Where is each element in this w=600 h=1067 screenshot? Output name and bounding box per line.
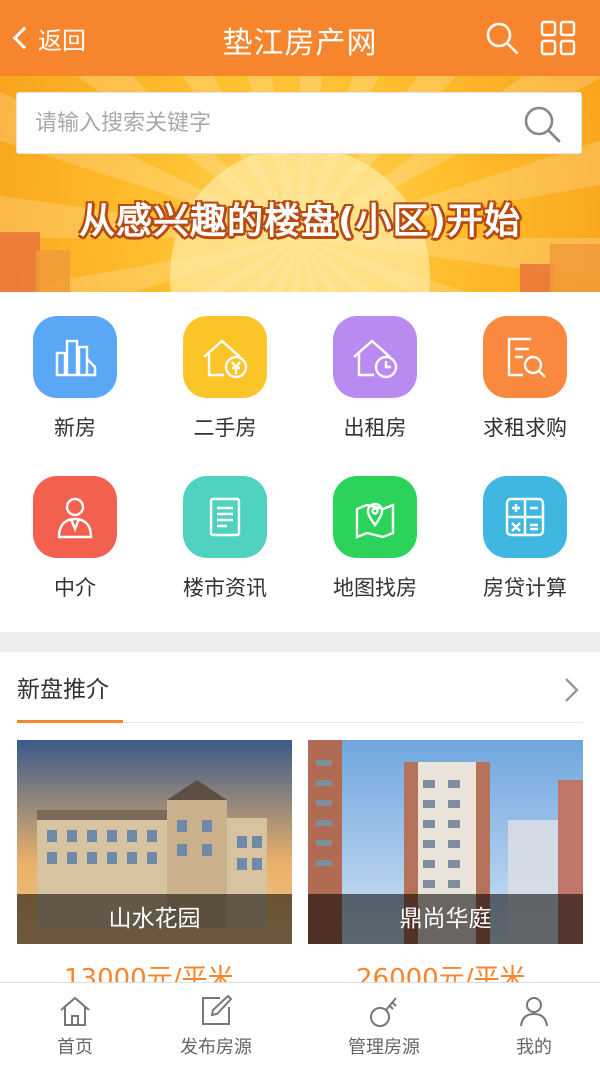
grid-item-rental[interactable]: 出租房 [300,292,450,442]
search-bar[interactable] [16,92,582,154]
user-icon [520,997,548,1027]
document-search-icon [483,316,567,398]
search-input[interactable] [35,110,515,136]
house-clock-icon [333,316,417,398]
grid-item-label: 新房 [54,416,96,440]
section-title: 新盘推介 [17,677,109,703]
tab-label: 我的 [516,1037,552,1058]
grid-menu-icon[interactable] [540,20,576,56]
banner-slogan: 从感兴趣的楼盘(小区)开始 [79,201,521,242]
tab-publish[interactable]: 发布房源 [141,983,291,1067]
tab-mine[interactable]: 我的 [459,983,600,1067]
tab-label: 发布房源 [180,1037,252,1058]
grid-item-wanted[interactable]: 求租求购 [450,292,600,442]
grid-item-label: 求租求购 [483,416,567,440]
grid-item-label: 楼市资讯 [183,576,267,600]
app-header: 返回 垫江房产网 [0,0,600,76]
grid-item-label: 地图找房 [333,576,417,600]
tab-label: 管理房源 [348,1037,420,1058]
news-document-icon [183,476,267,558]
grid-item-mortgage[interactable]: 房贷计算 [450,452,600,602]
tab-label: 首页 [57,1037,93,1058]
search-icon[interactable] [521,103,563,145]
promo-banner[interactable]: 从感兴趣的楼盘(小区)开始 [0,76,600,292]
grid-item-map[interactable]: 地图找房 [300,452,450,602]
section-title-underline [17,720,123,723]
grid-item-agent[interactable]: 中介 [0,452,150,602]
key-icon [370,997,397,1027]
listing-card[interactable]: 鼎尚华庭 [308,740,583,944]
listing-name: 山水花园 [17,894,292,944]
grid-item-second-hand[interactable]: 二手房 [150,292,300,442]
listing-name: 鼎尚华庭 [308,894,583,944]
buildings-icon [33,316,117,398]
grid-item-news[interactable]: 楼市资讯 [150,452,300,602]
feature-grid: 新房 二手房 出租房 求租求购 中介 楼市资讯 地图找房 房贷计算 [0,292,600,632]
chevron-right-icon[interactable] [563,676,581,704]
map-pin-icon [333,476,417,558]
calculator-icon [483,476,567,558]
back-label: 返回 [38,26,86,55]
agent-icon [33,476,117,558]
tab-home[interactable]: 首页 [0,983,150,1067]
grid-item-new-house[interactable]: 新房 [0,292,150,442]
back-button[interactable]: 返回 [10,18,86,58]
section-divider [0,632,600,652]
bottom-tab-bar: 首页 发布房源 管理房源 我的 [0,982,600,1067]
grid-item-label: 二手房 [193,416,257,440]
home-icon [60,996,90,1026]
grid-item-label: 房贷计算 [483,576,567,600]
grid-item-label: 中介 [54,576,96,600]
edit-icon [202,994,233,1025]
listing-card[interactable]: 山水花园 [17,740,292,944]
search-icon[interactable] [484,20,520,56]
chevron-left-icon [12,26,36,50]
grid-item-label: 出租房 [343,416,407,440]
tab-manage[interactable]: 管理房源 [309,983,459,1067]
house-yen-icon [183,316,267,398]
